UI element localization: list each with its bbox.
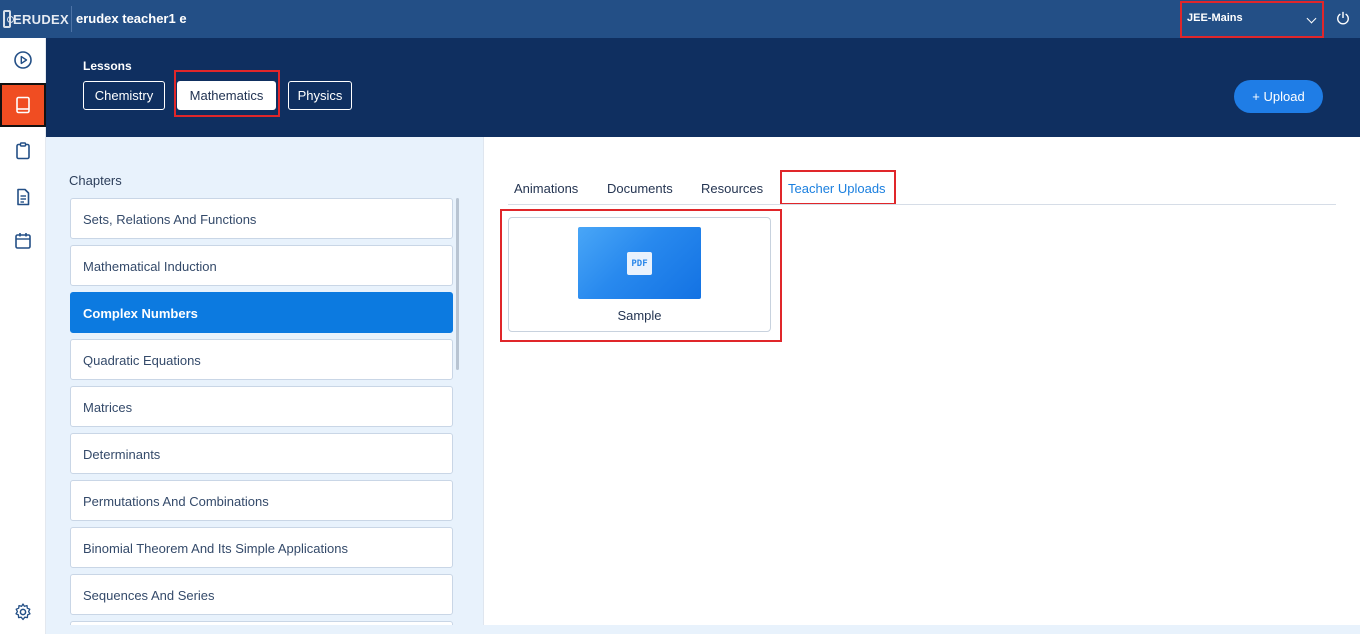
chapter-item[interactable]: Binomial Theorem And Its Simple Applicat… <box>70 527 453 568</box>
nav-play-button[interactable] <box>0 38 46 82</box>
power-icon[interactable] <box>1336 11 1350 25</box>
nav-settings-button[interactable] <box>0 590 46 634</box>
chapter-item[interactable]: Quadratic Equations <box>70 339 453 380</box>
file-name: Sample <box>617 308 662 323</box>
highlight-box-mathematics <box>174 70 280 117</box>
gear-icon <box>15 603 31 621</box>
subject-tab-chemistry[interactable]: Chemistry <box>83 81 165 110</box>
chapters-title: Chapters <box>69 173 122 188</box>
calendar-icon <box>15 233 31 249</box>
user-title: erudex teacher1 e <box>76 11 187 26</box>
pdf-file-icon: PDF <box>627 252 652 275</box>
logo-divider <box>71 6 72 32</box>
lessons-label: Lessons <box>83 59 132 73</box>
upload-button[interactable]: + Upload <box>1234 80 1323 113</box>
bottom-strip <box>46 625 1360 634</box>
chapter-item[interactable]: Sequences And Series <box>70 574 453 615</box>
tab-documents[interactable]: Documents <box>607 181 673 196</box>
chapter-item[interactable]: Sets, Relations And Functions <box>70 198 453 239</box>
highlight-box-teacher-uploads <box>780 170 896 205</box>
left-nav-rail <box>0 38 46 634</box>
top-bar: ERUDEX erudex teacher1 e JEE-Mains <box>0 0 1360 38</box>
chapter-item-selected[interactable]: Complex Numbers <box>70 292 453 333</box>
tab-resources[interactable]: Resources <box>701 181 763 196</box>
document-icon <box>17 188 30 206</box>
tab-animations[interactable]: Animations <box>514 181 578 196</box>
nav-lessons-button[interactable] <box>0 83 46 127</box>
exam-select-value: JEE-Mains <box>1187 12 1243 24</box>
nav-clipboard-button[interactable] <box>0 129 46 173</box>
book-icon <box>16 96 30 114</box>
chapter-item[interactable]: Mathematical Induction <box>70 245 453 286</box>
nav-document-button[interactable] <box>0 175 46 219</box>
erudex-logo: ERUDEX <box>3 7 69 31</box>
nav-calendar-button[interactable] <box>0 219 46 263</box>
chapter-item[interactable]: Determinants <box>70 433 453 474</box>
play-circle-icon <box>14 51 32 69</box>
chevron-down-icon <box>1306 13 1317 24</box>
chapter-item[interactable]: Permutations And Combinations <box>70 480 453 521</box>
subject-tab-physics[interactable]: Physics <box>288 81 352 110</box>
clipboard-icon <box>16 142 30 160</box>
exam-select-dropdown[interactable]: JEE-Mains <box>1180 1 1324 38</box>
brand-name: ERUDEX <box>13 11 69 27</box>
tabs-divider <box>508 204 1336 205</box>
chapter-item[interactable]: Matrices <box>70 386 453 427</box>
logo-mark-icon <box>3 10 15 28</box>
chapters-scrollbar[interactable] <box>456 198 459 370</box>
